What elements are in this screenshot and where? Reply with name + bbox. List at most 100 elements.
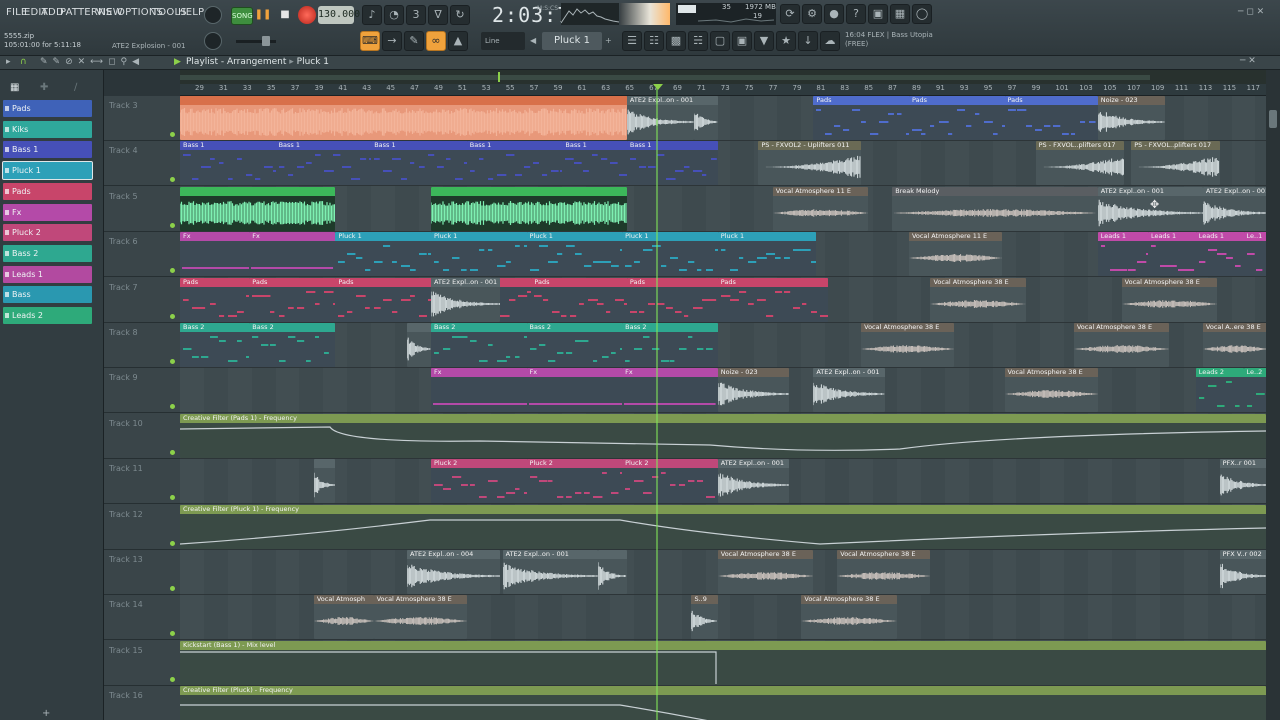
add-pattern-icon[interactable]: + <box>605 36 612 45</box>
picker-item[interactable]: Leads 1 <box>3 265 92 283</box>
window-controls[interactable]: ─ ◻ ✕ <box>1238 7 1264 17</box>
wait-input-icon[interactable]: ◔ <box>384 5 404 25</box>
playlist-clip[interactable]: ATE2 Expl..on - 001 <box>813 368 886 413</box>
refresh-icon[interactable]: ⟳ <box>780 4 800 24</box>
automation-clip[interactable]: Creative Filter (Pads 1) - Frequency <box>180 413 1266 458</box>
add-pattern-button[interactable]: + <box>42 708 50 719</box>
track-mute-led[interactable] <box>170 132 175 137</box>
automation-clip[interactable]: Kickstart (Bass 1) - Mix level <box>180 640 1266 685</box>
plugin-picker-icon[interactable]: ▣ <box>732 31 752 51</box>
playlist-clip[interactable]: PFX V..r 002 <box>1219 550 1266 594</box>
playlist-clip[interactable]: Noize - 023 <box>717 368 790 413</box>
playlist-clip[interactable]: ATE2 Expl..on - 001 <box>717 459 790 504</box>
playlist-clip[interactable]: PS - FXVOL..plifters 017 <box>1131 141 1220 186</box>
online-icon[interactable]: ☁ <box>820 31 840 51</box>
track-header[interactable]: Track 10 <box>104 414 180 459</box>
playlist-clip[interactable]: S..9 <box>691 595 718 640</box>
playlist-menu-icon[interactable]: ▸ <box>6 57 11 67</box>
picker-item[interactable]: Bass <box>3 286 92 304</box>
mixer-icon[interactable]: ☵ <box>688 31 708 51</box>
playlist-clip[interactable] <box>407 323 431 367</box>
timeline-ruler[interactable]: 29 31 33 35 37 39 41 43 45 47 49 51 53 55 57 59 61 63 65 67… <box>180 84 1266 96</box>
playlist-clip[interactable] <box>180 186 336 231</box>
play-pattern-icon[interactable]: ▶ <box>174 57 181 67</box>
track-header[interactable]: Track 8 <box>104 323 180 368</box>
picker-item[interactable]: Pads <box>3 182 92 200</box>
track-header[interactable]: Track 5 <box>104 187 180 232</box>
track-mute-led[interactable] <box>170 676 175 682</box>
master-slider[interactable] <box>236 36 276 46</box>
track-mute-led[interactable] <box>170 222 175 228</box>
picker-item[interactable]: Pluck 2 <box>3 224 92 242</box>
pattern-selector[interactable]: Pluck 1 <box>542 32 602 50</box>
picker-item[interactable]: Pluck 1 <box>2 161 93 181</box>
playlist-clip[interactable]: ATE2 Expl..on - 004 <box>407 550 501 594</box>
download-icon[interactable]: ↓ <box>798 31 818 51</box>
chat-icon[interactable]: ◯ <box>912 4 932 24</box>
track-header[interactable]: Track 3 <box>104 96 180 141</box>
playlist-clip[interactable]: PFX..r 001 <box>1219 459 1266 504</box>
loop-record-icon[interactable]: ↻ <box>450 5 470 25</box>
magnet-icon[interactable]: ∩ <box>20 57 27 67</box>
snap-select[interactable]: Line <box>481 32 525 50</box>
playlist-clip[interactable] <box>598 550 627 594</box>
playlist-clip[interactable] <box>313 459 336 504</box>
metronome-icon[interactable]: ♪ <box>362 5 382 25</box>
track-header[interactable]: Track 4 <box>104 141 180 187</box>
picker-audio-icon[interactable]: ✚ <box>40 82 48 93</box>
paint-icon[interactable]: ✎ <box>404 31 424 51</box>
playlist-clip[interactable]: Noize - 023 <box>1097 96 1165 140</box>
playlist-icon[interactable]: ☰ <box>622 31 642 51</box>
plugin-database-icon[interactable]: ▼ <box>754 31 774 51</box>
playhead-marker[interactable] <box>653 84 663 90</box>
playlist-clip[interactable]: Fx <box>249 232 336 277</box>
playlist-clip[interactable]: Vocal Atmosphere 38 E <box>801 595 897 640</box>
playlist-clip[interactable] <box>693 96 718 140</box>
tempo-display[interactable]: 130.000 <box>318 6 360 24</box>
picker-item[interactable]: Leads 2 <box>3 307 92 324</box>
picker-item[interactable]: Kiks <box>3 120 92 138</box>
playlist-clip[interactable]: ATE2 Expl..on - 001 #2 <box>1202 186 1266 231</box>
microphone-icon[interactable]: ● <box>824 4 844 24</box>
track-header[interactable]: Track 9 <box>104 368 180 414</box>
track-mute-led[interactable] <box>170 359 175 364</box>
piano-roll-icon[interactable]: ☷ <box>644 31 664 51</box>
automation-clip[interactable]: Creative Filter (Pluck 1) - Frequency <box>180 504 1266 549</box>
track-mute-led[interactable] <box>170 177 175 183</box>
song-mode-button[interactable]: SONG <box>231 7 253 25</box>
record-button[interactable] <box>298 6 316 24</box>
picker-item[interactable]: Fx <box>3 203 92 221</box>
playlist-clip[interactable]: Vocal Atmosphere 38 E <box>1073 323 1170 367</box>
playlist-clip[interactable]: Bass 2 <box>249 323 336 367</box>
tempo-tapper-icon[interactable]: ★ <box>776 31 796 51</box>
track-header[interactable]: Track 13 <box>104 550 180 595</box>
playlist-clip[interactable]: Vocal Atmosph <box>313 595 374 640</box>
track-mute-led[interactable] <box>170 631 175 637</box>
playlist-clip[interactable]: Vocal Atmosphere 11 E <box>908 232 1003 277</box>
countdown-icon[interactable]: 3 <box>406 5 426 25</box>
playlist-overview[interactable] <box>180 70 1266 84</box>
playlist-clip[interactable] <box>180 96 627 140</box>
plugin-icon[interactable]: ▦ <box>890 4 910 24</box>
master-pitch-knob[interactable] <box>204 32 222 50</box>
playlist-clip[interactable]: Vocal Atmosphere 38 E <box>837 550 931 594</box>
vertical-scrollbar[interactable] <box>1266 70 1280 720</box>
playlist-clip[interactable]: PS - FXVOL2 - Uplifters 011 <box>758 141 862 186</box>
playlist-clip[interactable]: Vocal Atmosphere 38 E <box>1121 277 1218 322</box>
menu-help[interactable]: HELP <box>178 7 204 18</box>
playlist-window-controls[interactable]: ─ ✕ <box>1240 56 1256 66</box>
picker-patterns-icon[interactable]: ▦ <box>10 82 19 93</box>
playlist-clip[interactable]: Pluck 2 <box>622 459 718 504</box>
multilink-icon[interactable]: ▲ <box>448 31 468 51</box>
playlist-clip[interactable]: Leads 2 <box>1195 368 1244 413</box>
track-mute-led[interactable] <box>170 404 175 410</box>
playlist-clip[interactable]: Pluck 1 <box>717 232 816 277</box>
track-mute-led[interactable] <box>170 313 175 319</box>
playlist-clip[interactable]: Pads <box>1004 96 1098 140</box>
master-volume-knob[interactable] <box>204 6 222 24</box>
track-header[interactable]: Track 15 <box>104 641 180 686</box>
playlist-clip[interactable]: Vocal A..ere 38 E <box>1202 323 1266 367</box>
picker-automation-icon[interactable]: ∕ <box>74 82 77 93</box>
playlist-clip[interactable]: ATE2 Expl..on - 001 <box>502 550 599 594</box>
track-header[interactable]: Track 12 <box>104 505 180 550</box>
